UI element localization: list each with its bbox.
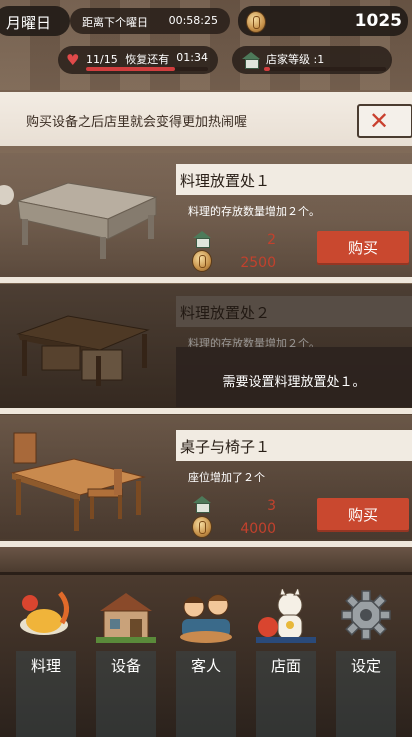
- notice-text: 购买设备之后店里就会变得更加热闹喔: [26, 115, 248, 130]
- nav-cooking[interactable]: 料理: [8, 575, 84, 737]
- divider: [0, 277, 412, 283]
- weekday-badge: 月曜日: [0, 6, 70, 36]
- item-description: 料理的存放数量增加２个。: [188, 205, 320, 218]
- next-day-label: 距离下个曜日: [82, 16, 148, 29]
- nav-settings[interactable]: 设定: [328, 575, 404, 737]
- cooking-icon: [20, 591, 69, 635]
- nav-settings-label: 设定: [350, 657, 381, 675]
- house-icon: [242, 52, 260, 69]
- item-card-food-shelf-1: 料理放置处１ 料理的存放数量增加２个。 2 2500 购买: [0, 153, 412, 277]
- shop-rank: 店家等级 :1: [232, 46, 392, 74]
- locked-message-box: 需要设置料理放置处１。: [176, 347, 412, 407]
- notice-banner: 购买设备之后店里就会变得更加热闹喔: [0, 92, 412, 146]
- shop-rank-label: 店家等级 :1: [266, 53, 325, 66]
- item-price: 2500: [240, 255, 276, 271]
- item-title: 桌子与椅子１: [176, 430, 412, 461]
- item-price: 4000: [240, 521, 276, 537]
- next-day-timer: 距离下个曜日 00:58:25: [70, 8, 230, 34]
- next-day-time: 00:58:25: [168, 14, 218, 27]
- recover-time: 01:34: [176, 51, 208, 64]
- item-description: 座位增加了２个: [188, 471, 265, 484]
- shop-building-icon: [96, 593, 156, 643]
- item-card-table-chairs-1: 桌子与椅子１ 座位增加了２个 3 4000 购买: [0, 415, 412, 539]
- divider: [0, 408, 412, 414]
- coin-icon: [246, 11, 266, 33]
- gear-icon: [341, 590, 391, 640]
- nav-customers-label: 客人: [190, 657, 221, 675]
- counter-image: [16, 182, 158, 259]
- nav-customers[interactable]: 客人: [168, 575, 244, 737]
- customers-icon: [180, 594, 232, 643]
- nav-storefront-label: 店面: [270, 657, 301, 675]
- close-button[interactable]: ✕: [357, 104, 412, 138]
- item-title: 料理放置处１: [176, 164, 412, 195]
- coin-amount: 1025: [354, 11, 402, 31]
- nav-storefront[interactable]: 店面: [248, 575, 324, 737]
- table-chairs-image: [10, 432, 146, 531]
- stamina-bar: [86, 67, 208, 71]
- weekday-label: 月曜日: [6, 14, 52, 32]
- recover-label: 恢复还有: [125, 53, 170, 66]
- nav-equipment[interactable]: 设备: [88, 575, 164, 737]
- close-icon: ✕: [369, 107, 390, 135]
- nav-equipment-label: 设备: [110, 657, 141, 675]
- bottom-nav: 料理 设备 客人 店面 设定: [0, 572, 412, 737]
- lucky-cat-icon: [256, 589, 316, 643]
- rank-bar: [264, 67, 386, 71]
- stamina-count: 11/15: [86, 53, 118, 66]
- buy-button[interactable]: 购买: [317, 498, 409, 532]
- heart-icon: ♥: [66, 51, 80, 69]
- required-rank: 2: [267, 232, 276, 248]
- locked-message: 需要设置料理放置处１。: [222, 375, 366, 390]
- coin-counter: 1025: [238, 6, 408, 36]
- list-edge: [0, 547, 412, 573]
- buy-button[interactable]: 购买: [317, 231, 409, 265]
- nav-cooking-label: 料理: [30, 657, 61, 675]
- required-rank: 3: [267, 498, 276, 514]
- stamina-meter: ♥ 11/15 恢复还有 01:34: [58, 46, 218, 74]
